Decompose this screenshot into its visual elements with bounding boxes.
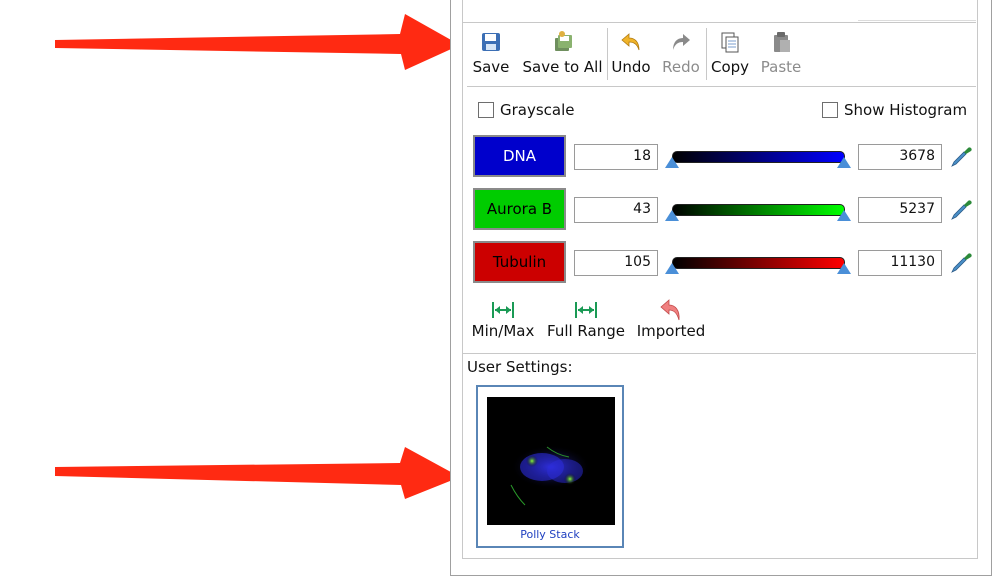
copy-icon xyxy=(721,32,739,53)
copy-button[interactable]: Copy xyxy=(709,28,751,80)
color-picker-icon[interactable] xyxy=(948,248,976,276)
grayscale-label: Grayscale xyxy=(500,101,575,119)
save-label: Save xyxy=(472,58,510,76)
save-to-all-label: Save to All xyxy=(522,58,603,76)
min-max-label: Min/Max xyxy=(471,322,535,340)
channel-color-button-dna[interactable]: DNA xyxy=(473,135,566,177)
slider-min-thumb[interactable] xyxy=(665,263,679,274)
channel-range-slider[interactable] xyxy=(664,145,853,169)
clipboard-paste-icon xyxy=(774,32,790,52)
show-histogram-label: Show Histogram xyxy=(844,101,968,119)
imported-label: Imported xyxy=(636,322,706,340)
redo-label: Redo xyxy=(662,58,700,76)
color-picker-icon[interactable] xyxy=(948,142,976,170)
channel-max-input[interactable]: 5237 xyxy=(858,197,942,223)
redo-icon xyxy=(673,34,690,50)
show-histogram-checkbox[interactable]: Show Histogram xyxy=(822,101,972,121)
channel-max-input[interactable]: 3678 xyxy=(858,144,942,170)
slider-gradient xyxy=(672,204,845,216)
floppy-disk-icon xyxy=(482,33,500,51)
grayscale-checkbox[interactable]: Grayscale xyxy=(478,101,588,121)
annotation-arrow-bottom xyxy=(55,447,460,499)
slider-gradient xyxy=(672,257,845,269)
revert-arrow-icon xyxy=(660,299,680,321)
checkbox-box[interactable] xyxy=(822,102,838,118)
slider-gradient xyxy=(672,151,845,163)
arrows-in-icon xyxy=(492,302,514,318)
cell-image xyxy=(510,445,591,506)
channel-min-input[interactable]: 105 xyxy=(574,250,658,276)
toolbar-separator xyxy=(607,28,608,80)
user-settings-thumbnail[interactable]: Polly Stack xyxy=(476,385,624,548)
save-all-icon xyxy=(554,31,572,51)
user-settings-heading: User Settings: xyxy=(467,358,573,376)
paste-button[interactable]: Paste xyxy=(758,28,804,80)
thumbnail-image xyxy=(487,397,615,525)
channel-color-button-tubulin[interactable]: Tubulin xyxy=(473,241,566,283)
channel-name: DNA xyxy=(502,147,537,165)
top-tab-stub xyxy=(858,0,976,21)
full-range-label: Full Range xyxy=(547,322,625,340)
imported-button[interactable]: Imported xyxy=(634,298,708,346)
copy-label: Copy xyxy=(710,58,750,76)
channel-color-button-aurora-b[interactable]: Aurora B xyxy=(473,188,566,230)
slider-max-thumb[interactable] xyxy=(837,263,851,274)
annotation-arrow-top xyxy=(55,14,460,70)
undo-button[interactable]: Undo xyxy=(610,28,652,80)
slider-min-thumb[interactable] xyxy=(665,210,679,221)
save-button[interactable]: Save xyxy=(470,28,512,80)
channel-min-input[interactable]: 18 xyxy=(574,144,658,170)
channel-range-slider[interactable] xyxy=(664,198,853,222)
channel-min-input[interactable]: 43 xyxy=(574,197,658,223)
color-picker-icon[interactable] xyxy=(948,195,976,223)
arrows-expand-icon xyxy=(575,302,597,318)
channel-name: Aurora B xyxy=(486,200,553,218)
checkbox-box[interactable] xyxy=(478,102,494,118)
redo-button[interactable]: Redo xyxy=(660,28,702,80)
divider xyxy=(462,22,976,23)
divider xyxy=(462,353,976,354)
channel-name: Tubulin xyxy=(492,253,547,271)
slider-max-thumb[interactable] xyxy=(837,157,851,168)
save-to-all-button[interactable]: Save to All xyxy=(520,28,605,80)
slider-min-thumb[interactable] xyxy=(665,157,679,168)
channel-max-input[interactable]: 11130 xyxy=(858,250,942,276)
paste-label: Paste xyxy=(760,58,802,76)
full-range-button[interactable]: Full Range xyxy=(544,298,628,346)
toolbar-separator xyxy=(706,28,707,80)
divider xyxy=(467,86,976,87)
min-max-button[interactable]: Min/Max xyxy=(468,298,538,346)
thumbnail-caption: Polly Stack xyxy=(520,528,580,541)
undo-label: Undo xyxy=(611,58,651,76)
slider-max-thumb[interactable] xyxy=(837,210,851,221)
channel-range-slider[interactable] xyxy=(664,251,853,275)
undo-icon xyxy=(621,33,640,51)
